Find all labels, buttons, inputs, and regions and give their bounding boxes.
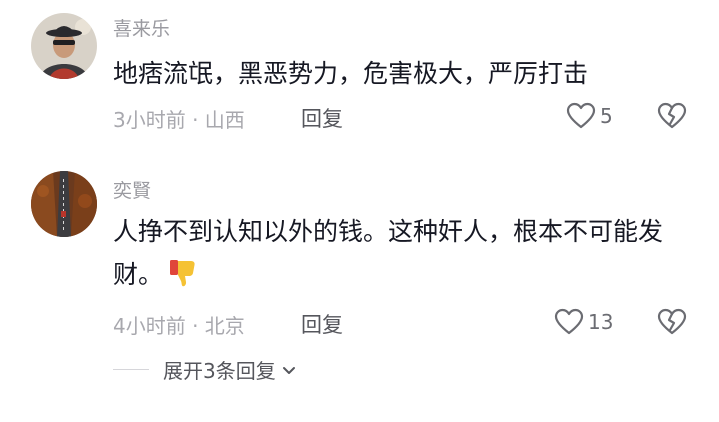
username[interactable]: 喜来乐 bbox=[113, 14, 170, 41]
heart-outline-icon bbox=[554, 308, 584, 335]
broken-heart-icon bbox=[657, 102, 687, 129]
username[interactable]: 奕賢 bbox=[113, 176, 151, 203]
like-button[interactable]: 5 bbox=[566, 102, 613, 130]
thumbs-down-emoji bbox=[167, 257, 199, 302]
avatar-image bbox=[31, 171, 97, 237]
comment-meta: 4小时前 · 北京 bbox=[113, 314, 245, 338]
dislike-button[interactable] bbox=[657, 308, 687, 340]
comments-page: 喜来乐 地痞流氓，黑恶势力，危害极大，严厉打击 3小时前 · 山西 回复 5 奕… bbox=[0, 0, 719, 422]
dislike-button[interactable] bbox=[657, 102, 687, 134]
like-count: 13 bbox=[588, 310, 614, 334]
expand-replies-button[interactable]: 展开3条回复 bbox=[113, 355, 298, 384]
heart-outline-icon bbox=[566, 102, 596, 129]
comment-meta: 3小时前 · 山西 bbox=[113, 108, 245, 132]
reply-button[interactable]: 回复 bbox=[301, 103, 343, 133]
like-button[interactable]: 13 bbox=[554, 308, 613, 336]
comment-text: 人挣不到认知以外的钱。这种奸人，根本不可能发财。 bbox=[113, 210, 693, 302]
comment-text: 地痞流氓，黑恶势力，危害极大，严厉打击 bbox=[113, 59, 589, 88]
avatar-image bbox=[31, 13, 97, 79]
broken-heart-icon bbox=[657, 308, 687, 335]
divider-line bbox=[113, 369, 149, 370]
reply-button[interactable]: 回复 bbox=[301, 309, 343, 339]
expand-replies-label: 展开3条回复 bbox=[163, 359, 276, 383]
avatar[interactable] bbox=[31, 13, 97, 79]
avatar[interactable] bbox=[31, 171, 97, 237]
chevron-down-icon bbox=[282, 366, 295, 374]
like-count: 5 bbox=[600, 104, 613, 128]
